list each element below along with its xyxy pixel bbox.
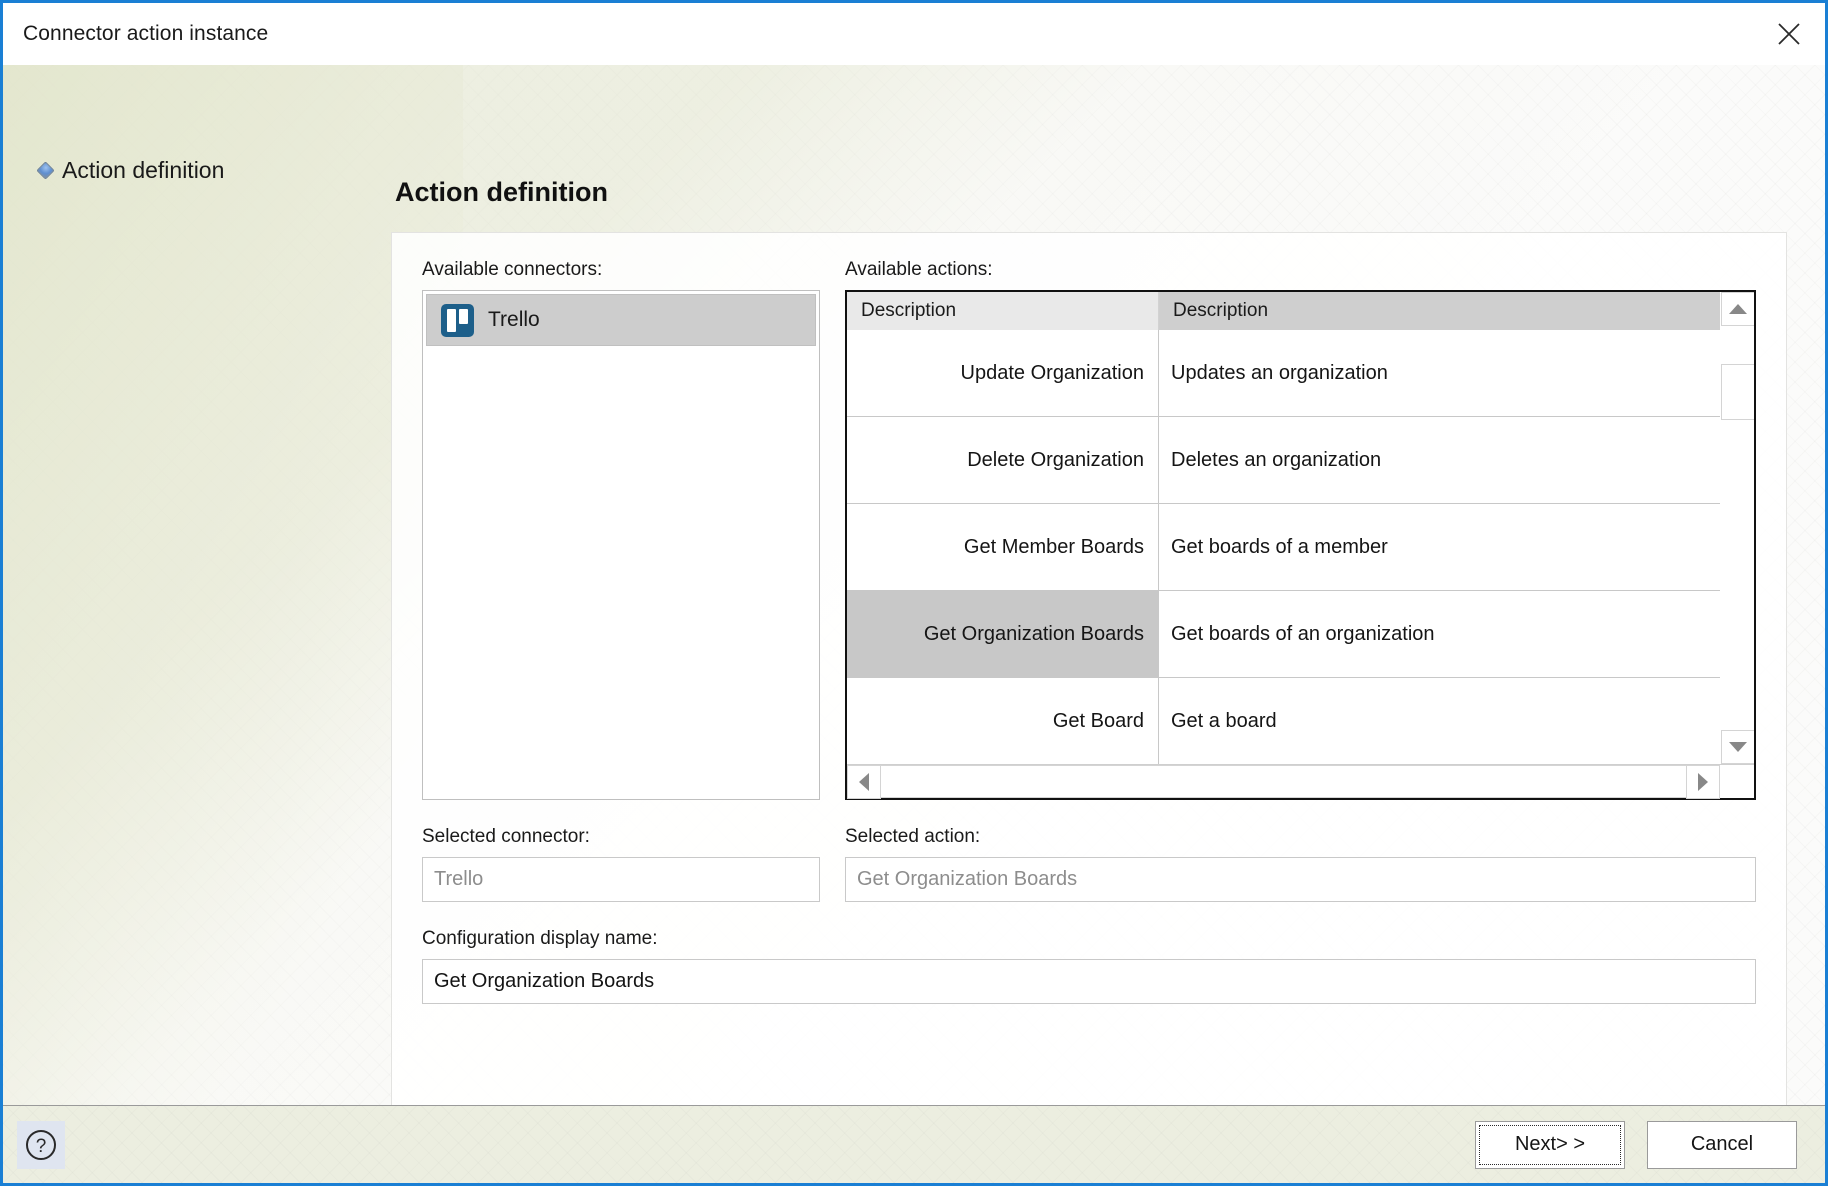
- dialog-body: Action definition Action definition Avai…: [3, 65, 1825, 1105]
- selected-connector-section: Selected connector:: [422, 826, 820, 902]
- next-button[interactable]: Next> >: [1475, 1120, 1625, 1169]
- svg-text:?: ?: [36, 1136, 47, 1157]
- title-bar: Connector action instance: [3, 3, 1825, 65]
- trello-icon: [441, 303, 474, 337]
- scroll-down-arrow-icon[interactable]: [1721, 730, 1754, 764]
- horizontal-scrollbar[interactable]: [847, 764, 1754, 799]
- column-header-name[interactable]: Description: [847, 292, 1159, 330]
- action-definition-panel: Available connectors: Trello Available a…: [391, 232, 1787, 1105]
- table-row[interactable]: Get Board Get a board: [847, 678, 1720, 764]
- lists-row: Available connectors: Trello Available a…: [422, 259, 1756, 800]
- connector-action-instance-dialog: Connector action instance Action definit…: [0, 0, 1828, 1186]
- list-item[interactable]: Trello: [426, 294, 816, 346]
- scrollbar-corner: [1720, 765, 1754, 798]
- page-title: Action definition: [395, 177, 608, 207]
- sidebar-item-action-definition[interactable]: Action definition: [3, 157, 391, 184]
- cell-action-description[interactable]: Get boards of an organization: [1159, 591, 1720, 677]
- cell-action-name[interactable]: Get Member Boards: [847, 504, 1159, 590]
- actions-grid: Description Description Update Organizat…: [845, 290, 1756, 800]
- close-icon[interactable]: [1767, 12, 1811, 56]
- cell-action-name[interactable]: Get Organization Boards: [847, 591, 1159, 677]
- grid-area: Description Description Update Organizat…: [847, 292, 1754, 764]
- vertical-scrollbar[interactable]: [1720, 292, 1754, 764]
- cell-action-name[interactable]: Update Organization: [847, 330, 1159, 416]
- cell-action-description[interactable]: Get a board: [1159, 678, 1720, 764]
- horizontal-scroll-track[interactable]: [881, 765, 1686, 798]
- selected-action-label: Selected action:: [845, 826, 981, 847]
- available-actions-section: Available actions: Description Descripti…: [845, 259, 1756, 800]
- selected-action-section: Selected action:: [845, 826, 1756, 902]
- selected-connector-input[interactable]: [422, 857, 820, 902]
- grid-rows: Update Organization Updates an organizat…: [847, 330, 1720, 764]
- scroll-up-arrow-icon[interactable]: [1721, 292, 1754, 326]
- connector-list[interactable]: Trello: [422, 290, 820, 800]
- help-question-icon[interactable]: ?: [17, 1120, 65, 1169]
- scroll-left-arrow-icon[interactable]: [847, 765, 881, 799]
- cancel-button[interactable]: Cancel: [1647, 1120, 1797, 1169]
- cell-action-name[interactable]: Get Board: [847, 678, 1159, 764]
- selected-connector-label: Selected connector:: [422, 826, 590, 847]
- cell-action-description[interactable]: Get boards of a member: [1159, 504, 1720, 590]
- grid-main: Description Description Update Organizat…: [847, 292, 1720, 764]
- scroll-right-arrow-icon[interactable]: [1686, 765, 1720, 799]
- configuration-display-name-label: Configuration display name:: [422, 928, 658, 949]
- connector-name: Trello: [488, 308, 540, 331]
- selected-row: Selected connector: Selected action:: [422, 826, 1756, 902]
- selected-action-input[interactable]: [845, 857, 1756, 902]
- configuration-display-name-input[interactable]: [422, 959, 1756, 1004]
- table-row-selected[interactable]: Get Organization Boards Get boards of an…: [847, 591, 1720, 678]
- table-row[interactable]: Delete Organization Deletes an organizat…: [847, 417, 1720, 504]
- available-connectors-section: Available connectors: Trello: [422, 259, 820, 800]
- vertical-scroll-track[interactable]: [1721, 326, 1754, 730]
- table-row[interactable]: Update Organization Updates an organizat…: [847, 330, 1720, 417]
- dialog-footer: ? Next> > Cancel: [3, 1105, 1825, 1183]
- diamond-bullet-icon: [36, 161, 55, 180]
- cell-action-name[interactable]: Delete Organization: [847, 417, 1159, 503]
- wizard-step-sidebar: Action definition: [3, 65, 391, 1105]
- cell-action-description[interactable]: Deletes an organization: [1159, 417, 1720, 503]
- grid-header-row: Description Description: [847, 292, 1720, 330]
- cell-action-description[interactable]: Updates an organization: [1159, 330, 1720, 416]
- vertical-scroll-thumb[interactable]: [1721, 364, 1754, 420]
- table-row[interactable]: Get Member Boards Get boards of a member: [847, 504, 1720, 591]
- column-header-description[interactable]: Description: [1159, 292, 1720, 330]
- configuration-display-name-section: Configuration display name:: [422, 928, 1756, 1004]
- available-actions-label: Available actions:: [845, 259, 993, 280]
- window-title: Connector action instance: [23, 22, 269, 45]
- main-content: Action definition Available connectors: …: [391, 65, 1825, 1105]
- sidebar-item-label: Action definition: [62, 157, 225, 183]
- available-connectors-label: Available connectors:: [422, 259, 603, 280]
- next-button-label: Next> >: [1479, 1124, 1621, 1165]
